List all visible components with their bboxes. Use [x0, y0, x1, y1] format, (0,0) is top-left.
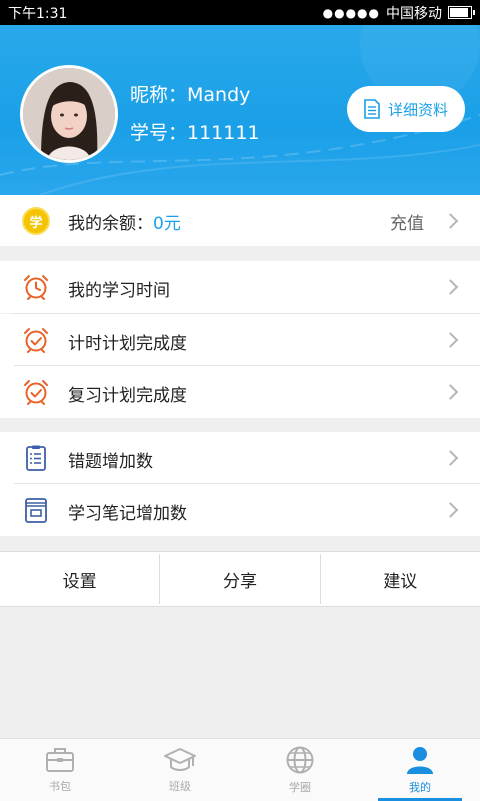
recharge-label[interactable]: 充值: [390, 209, 424, 234]
status-right: ●●●●● 中国移动: [322, 3, 475, 23]
tab-label: 学圈: [289, 781, 311, 794]
profile-details-button[interactable]: 详细资料: [347, 86, 465, 132]
notebook-icon: [25, 498, 47, 523]
document-icon: [364, 99, 380, 119]
student-id: 学号：111111: [130, 122, 260, 144]
chevron-right-icon: [442, 502, 459, 518]
status-time: 下午1:31: [8, 5, 68, 22]
signal-icon: ●●●●●: [322, 5, 380, 20]
chevron-right-icon: [442, 332, 459, 348]
share-button[interactable]: 分享: [160, 552, 319, 606]
avatar[interactable]: [20, 65, 118, 163]
avatar-image: [23, 68, 115, 160]
tab-class[interactable]: 班级: [120, 739, 240, 801]
tab-label: 班级: [169, 780, 191, 793]
balance-label: 我的余额：0元: [68, 209, 181, 234]
menu-item-label: 计时计划完成度: [68, 334, 187, 354]
chevron-right-icon: [442, 450, 459, 466]
bottom-tab-bar: 书包 班级 学圈 我的: [0, 738, 480, 801]
chevron-right-icon: [442, 384, 459, 400]
tab-mine[interactable]: 我的: [360, 739, 480, 801]
menu-item-label: 错题增加数: [68, 452, 153, 472]
action-bar: 设置 分享 建议: [0, 551, 480, 607]
profile-details-label: 详细资料: [387, 100, 448, 119]
graduation-cap-icon: [164, 748, 196, 771]
settings-button[interactable]: 设置: [0, 552, 159, 606]
status-bar: 下午1:31 ●●●●● 中国移动: [0, 0, 480, 25]
chevron-right-icon: [442, 212, 459, 229]
chevron-right-icon: [442, 279, 459, 295]
menu-item-label: 学习笔记增加数: [68, 504, 187, 524]
balance-value: 0元: [153, 214, 181, 234]
menu-item-label: 复习计划完成度: [68, 386, 187, 406]
alarm-check-icon: [24, 380, 48, 405]
tab-label: 我的: [409, 781, 431, 794]
battery-icon: [448, 6, 475, 19]
menu-item-study-time[interactable]: 我的学习时间: [0, 261, 480, 313]
menu-item-study-notes[interactable]: 学习笔记增加数: [0, 484, 480, 536]
carrier-label: 中国移动: [386, 5, 442, 22]
nickname: 昵称：Mandy: [130, 84, 251, 106]
balance-label-text: 我的余额：: [68, 214, 153, 234]
coin-icon: 学: [22, 207, 50, 235]
menu-item-review-plan[interactable]: 复习计划完成度: [0, 366, 480, 418]
balance-row[interactable]: 学 我的余额：0元 充值: [0, 195, 480, 246]
checklist-icon: [26, 445, 46, 471]
tab-label: 书包: [49, 780, 71, 793]
profile-header: 昵称：Mandy 学号：111111 详细资料: [0, 25, 480, 195]
globe-icon: [286, 746, 314, 774]
alarm-clock-icon: [24, 275, 48, 300]
briefcase-icon: [46, 748, 74, 772]
menu-item-label: 我的学习时间: [68, 281, 170, 301]
feedback-button[interactable]: 建议: [321, 552, 480, 606]
menu-item-timed-plan[interactable]: 计时计划完成度: [0, 314, 480, 366]
tab-circle[interactable]: 学圈: [240, 739, 360, 801]
menu-item-wrong-questions[interactable]: 错题增加数: [0, 432, 480, 484]
user-icon: [407, 747, 433, 774]
alarm-check-icon: [24, 328, 48, 353]
tab-bag[interactable]: 书包: [0, 739, 120, 801]
